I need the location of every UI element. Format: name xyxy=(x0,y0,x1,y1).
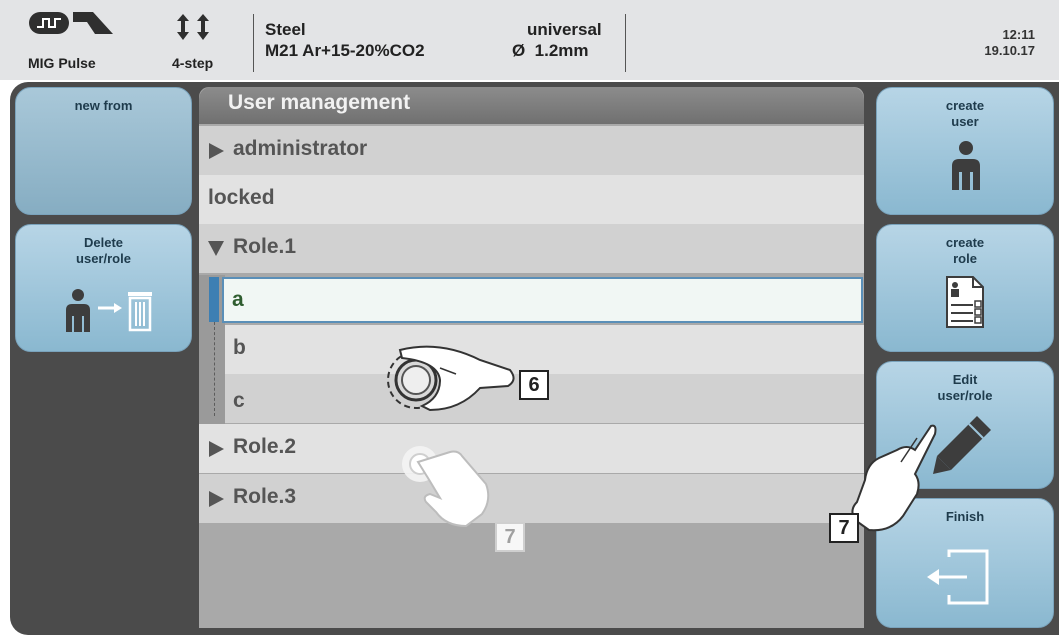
list-item-label: administrator xyxy=(233,137,368,160)
create-user-line1: create xyxy=(945,98,985,113)
role-document-icon xyxy=(945,275,985,329)
panel-title: User management xyxy=(228,91,411,114)
create-user-button[interactable]: create user xyxy=(876,87,1054,215)
mig-pulse-icon xyxy=(29,10,114,36)
callout-7-edit: 7 xyxy=(829,513,859,543)
list-item-label: Role.2 xyxy=(233,435,297,458)
list-item-label: c xyxy=(233,389,245,412)
list-item-administrator[interactable]: administrator xyxy=(199,126,864,175)
characteristic-label: universal xyxy=(527,20,602,39)
expand-arrow-icon xyxy=(209,441,224,457)
list-item-locked[interactable]: locked xyxy=(199,175,864,224)
create-role-button[interactable]: create role xyxy=(876,224,1054,352)
list-item-label: Role.1 xyxy=(233,235,297,258)
callout-6: 6 xyxy=(519,370,549,400)
list-item-role-2[interactable]: Role.2 xyxy=(199,424,864,473)
tree-line xyxy=(214,322,216,416)
delete-user-icon xyxy=(62,288,162,332)
create-user-line2: user xyxy=(951,114,979,129)
pencil-icon xyxy=(933,414,993,474)
create-role-line1: create xyxy=(945,235,985,250)
list-item-label: Role.3 xyxy=(233,485,297,508)
collapse-arrow-icon xyxy=(208,241,224,256)
new-from-label: new from xyxy=(74,98,133,113)
list-item-role-1[interactable]: Role.1 xyxy=(199,224,864,273)
trigger-mode-label: 4-step xyxy=(172,55,214,71)
clock-date: 19.10.17 xyxy=(984,43,1035,58)
gas-label: M21 Ar+15-20%CO2 xyxy=(265,41,425,60)
process-mode-label: MIG Pulse xyxy=(28,55,96,71)
clock-time: 12:11 xyxy=(1002,27,1035,42)
list-item-a-selected[interactable]: a xyxy=(222,277,863,323)
selection-bar xyxy=(209,277,219,322)
create-role-line2: role xyxy=(953,251,977,266)
expand-arrow-icon xyxy=(209,491,224,507)
delete-user-role-button[interactable]: Delete user/role xyxy=(15,224,192,352)
list-item-role-3[interactable]: Role.3 xyxy=(199,474,864,523)
edit-line1: Edit xyxy=(952,372,978,387)
edit-line2: user/role xyxy=(937,388,993,403)
divider xyxy=(253,14,254,72)
tap-hand-edit-illustration xyxy=(845,420,940,535)
new-from-button[interactable]: new from xyxy=(15,87,192,215)
tap-hand-list-illustration xyxy=(396,440,526,530)
user-icon xyxy=(948,140,984,190)
divider xyxy=(625,14,626,72)
list-item-b[interactable]: b xyxy=(225,325,864,374)
list-item-label: locked xyxy=(208,186,275,209)
four-step-icon xyxy=(177,14,211,44)
callout-7-list: 7 xyxy=(495,522,525,552)
list-item-label: b xyxy=(233,336,246,359)
wire-diameter-label: Ø 1.2mm xyxy=(512,41,589,60)
delete-label-line1: Delete xyxy=(83,235,124,250)
material-label: Steel xyxy=(265,20,306,39)
list-item-label: a xyxy=(232,288,244,311)
dial-hand-illustration xyxy=(380,340,520,420)
expand-arrow-icon xyxy=(209,143,224,159)
exit-icon xyxy=(925,549,995,605)
delete-label-line2: user/role xyxy=(76,251,131,266)
